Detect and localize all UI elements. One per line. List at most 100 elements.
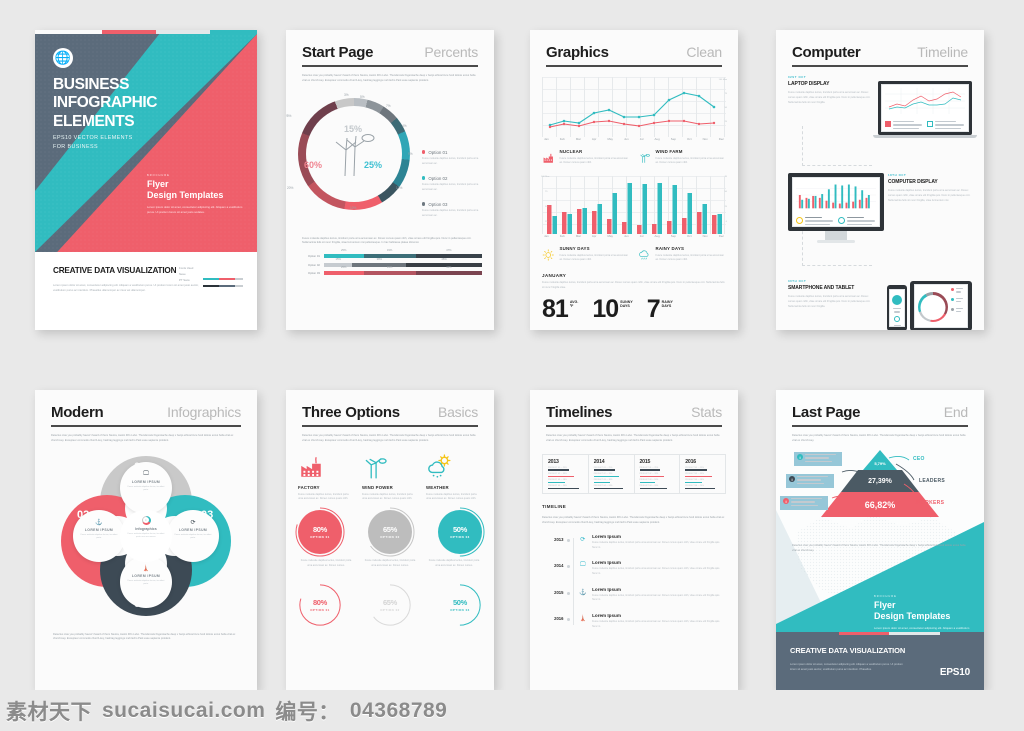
page-computer[interactable]: Computer Timeline 02ST OCT LAPTOP DISPLA…: [776, 30, 984, 330]
modern-outro-wrap: Detectus cras you probably haven't heard…: [35, 616, 257, 643]
bar-chart[interactable]: 100 Max 75 75 50 50 25 25 0: [541, 176, 727, 234]
option-body: Fusce molestie dapibus lectus, tincidunt…: [426, 492, 477, 501]
list-item[interactable]: 2016 🗼 Lorem Ipsum Fusce molestie dapibu…: [542, 613, 726, 629]
option-column-wind-power[interactable]: WIND POWER Fusce molestie dapibus lectus…: [362, 454, 418, 503]
page-graphics[interactable]: Graphics Clean 100 Max 75 50 25 Jan Feb …: [530, 30, 738, 330]
year-row-label: PRODUCT 01 — 25%: [685, 466, 704, 469]
y-tick-label: 100 Max: [541, 176, 550, 178]
progress-arc-icon: [295, 507, 345, 557]
table-row[interactable]: 2016 PRODUCT 01 — 25% PRODUCT 02 — 33% P…: [680, 455, 725, 494]
donut-tick-10: 10%: [350, 205, 357, 210]
info-card-2[interactable]: i: [786, 474, 834, 489]
start-intro-text: Detectus cras you probably haven't heard…: [302, 74, 476, 82]
petal-card-03[interactable]: ⟳ LOREM IPSUM Fusce molestie dapibus lec…: [167, 509, 219, 562]
progress-arc-icon: [369, 584, 411, 626]
last-flyer-eyebrow: BROCHURE: [874, 595, 897, 598]
info-card-3[interactable]: i: [780, 496, 828, 511]
page-modern[interactable]: Modern Infographics Detectus cras you pr…: [35, 390, 257, 690]
legend-entry-wind-farm[interactable]: WIND FARM Fusce molestie dapibus lectus,…: [638, 149, 726, 167]
watermark-bar: 素材天下 sucaisucai.com 编号： 04368789: [0, 690, 1024, 731]
x-tick-label: Apr: [591, 137, 597, 141]
stat-unit-1: SUNNY: [620, 299, 633, 304]
year-row-label: PRODUCT 04 — 24%: [548, 485, 567, 488]
january-stats-block: JANUARY Fusce molestie dapibus lectus, t…: [542, 273, 726, 323]
phone-tablet-mockup: [887, 281, 972, 330]
year-label: 2014: [593, 458, 605, 465]
line-chart-legend: NUCLEAR Fusce molestie dapibus lectus, t…: [542, 149, 726, 167]
page-three-options[interactable]: Three Options Basics Detectus cras you p…: [286, 390, 494, 690]
legend-body: Fusce molestie dapibus lectus, tincidunt…: [559, 156, 628, 165]
globe-icon: 🌐: [53, 48, 73, 68]
legend-item[interactable]: Option 03 Fusce molestie dapibus lectus,…: [422, 202, 484, 219]
graphics-header: Graphics Clean: [530, 30, 738, 67]
legend-entry-nuclear[interactable]: NUCLEAR Fusce molestie dapibus lectus, t…: [542, 149, 630, 167]
stacked-bar-group: Option 01 25% 33% 47% Option 02 15% 38% …: [298, 249, 482, 276]
donut-tick-12: 12%: [396, 185, 403, 190]
y-tick-label-right: 50: [724, 191, 727, 193]
page-start[interactable]: Start Page Percents Detectus cras you pr…: [286, 30, 494, 330]
table-row[interactable]: 2013 PRODUCT 01 — 25% PRODUCT 02 — 33% P…: [543, 454, 589, 494]
petal-card-04[interactable]: 🗼 LOREM IPSUM Fusce molestie dapibus lec…: [120, 555, 172, 608]
legend-item[interactable]: Option 01 Fusce molestie dapibus lectus,…: [422, 150, 484, 167]
table-row[interactable]: 2015 PRODUCT 01 — 25% PRODUCT 02 — 33% P…: [635, 454, 681, 494]
list-item[interactable]: 2013 ⟳ Lorem Ipsum Fusce molestie dapibu…: [542, 534, 726, 550]
start-page-subtitle: Percents: [424, 44, 478, 60]
bar-chart-x-axis: Jan Feb Mar Apr May Jun Jul Aug Sep Oct …: [542, 234, 726, 238]
legend-body: Fusce molestie dapibus lectus, tincidunt…: [655, 253, 724, 262]
petal-center-card[interactable]: i Infographics Fusce molestie dapibus le…: [120, 509, 172, 562]
petal-card-02[interactable]: ⚓ LOREM IPSUM Fusce molestie dapibus lec…: [73, 509, 125, 562]
x-tick-label: Jun: [624, 234, 629, 238]
section-date: 02ST OCT: [788, 75, 807, 79]
modern-intro-text: Detectus cras you probably haven't heard…: [51, 434, 234, 442]
donut-chart[interactable]: 60% 15% 25% 3% 5% 7% 4% 9% 12% 10% 20% 2…: [286, 93, 413, 210]
x-tick-label: Jul: [639, 137, 644, 141]
legend-entry-rainy-days[interactable]: RAINY DAYS Fusce molestie dapibus lectus…: [638, 246, 726, 264]
option-column-factory[interactable]: FACTORY Fusce molestie dapibus lectus, t…: [298, 454, 354, 503]
table-row[interactable]: 2014 PRODUCT 01 — 25% PRODUCT 02 — 33% P…: [589, 454, 635, 494]
monitor-mockup: [788, 173, 884, 243]
donut-label-15: 15%: [344, 123, 363, 134]
table-row[interactable]: Option 03 25% 33% 42%: [298, 266, 482, 276]
solid-circle-03[interactable]: 50% OPTION 03: [435, 507, 485, 557]
stat-unit-2: DAYS: [661, 304, 672, 309]
legend-item[interactable]: Option 02 Fusce molestie dapibus lectus,…: [422, 176, 484, 193]
y-tick-label: 25: [724, 121, 727, 123]
page-cover[interactable]: 🌐 BUSINESS INFOGRAPHIC ELEMENTS EPS10 VE…: [35, 30, 257, 330]
stat-value: 10: [592, 294, 619, 323]
x-tick-label: Sep: [670, 234, 676, 238]
progress-arc-icon: [435, 507, 485, 557]
petal-diagram[interactable]: 01 02 03 04 🖵 LOREM IPSUM Fusce mol: [61, 455, 231, 616]
table-row[interactable]: Option 01 25% 33% 47%: [298, 249, 482, 259]
section-heading: COMPUTER DISPLAY: [888, 178, 938, 185]
title-rule: [51, 425, 241, 427]
year-row-label: PRODUCT 04 — 24%: [639, 485, 659, 488]
pyramid-chart[interactable]: 5,79% 27,39% 66,82% CEO LEADERS WORKERS …: [776, 450, 984, 528]
solid-circle-02[interactable]: 65% OPTION 02: [365, 507, 415, 557]
cover-title-line-2: INFOGRAPHIC: [53, 94, 158, 112]
ring-circle-03[interactable]: 50% OPTION 03: [438, 583, 482, 627]
circle-caption: Fusce molestie dapibus lectus, tincidunt…: [300, 559, 352, 568]
info-card-1[interactable]: i: [794, 452, 842, 467]
petal-title: LOREM IPSUM: [131, 573, 161, 578]
petal-card-01[interactable]: 🖵 LOREM IPSUM Fusce molestie dapibus lec…: [120, 461, 172, 514]
list-item[interactable]: 2014 🖵 Lorem Ipsum Fusce molestie dapibu…: [542, 560, 726, 576]
ring-circle-01[interactable]: 80% OPTION 01: [298, 583, 342, 627]
page-timelines[interactable]: Timelines Stats Detectus cras you probab…: [530, 390, 738, 690]
title-rule: [302, 425, 478, 427]
legend-entry-sunny-days[interactable]: SUNNY DAYS Fusce molestie dapibus lectus…: [542, 246, 630, 264]
year-label: 2013: [548, 458, 559, 465]
event-title: Lorem Ipsum: [592, 613, 621, 619]
center-title: Infographics: [135, 526, 157, 531]
line-chart[interactable]: 100 Max 75 50 25: [542, 77, 727, 137]
y-tick-label: 75: [545, 191, 548, 193]
timelines-header: Timelines Stats Detectus cras you probab…: [530, 390, 738, 444]
ring-circle-02[interactable]: 65% OPTION 02: [368, 583, 412, 627]
x-tick-label: Dec: [718, 234, 724, 238]
fonts-used-box: Fonts Used Neue PT Sans: [179, 266, 243, 288]
solid-circle-01[interactable]: 80% OPTION 01: [295, 507, 345, 557]
color-swatch-2: [203, 284, 243, 288]
option-column-weather[interactable]: WEATHER Fusce molestie dapibus lectus, t…: [426, 454, 482, 503]
page-last[interactable]: Last Page End Detectus cras you probably…: [776, 390, 984, 690]
option-heading: FACTORY: [298, 484, 320, 490]
list-item[interactable]: 2015 ⚓ Lorem Ipsum Fusce molestie dapibu…: [542, 587, 726, 603]
